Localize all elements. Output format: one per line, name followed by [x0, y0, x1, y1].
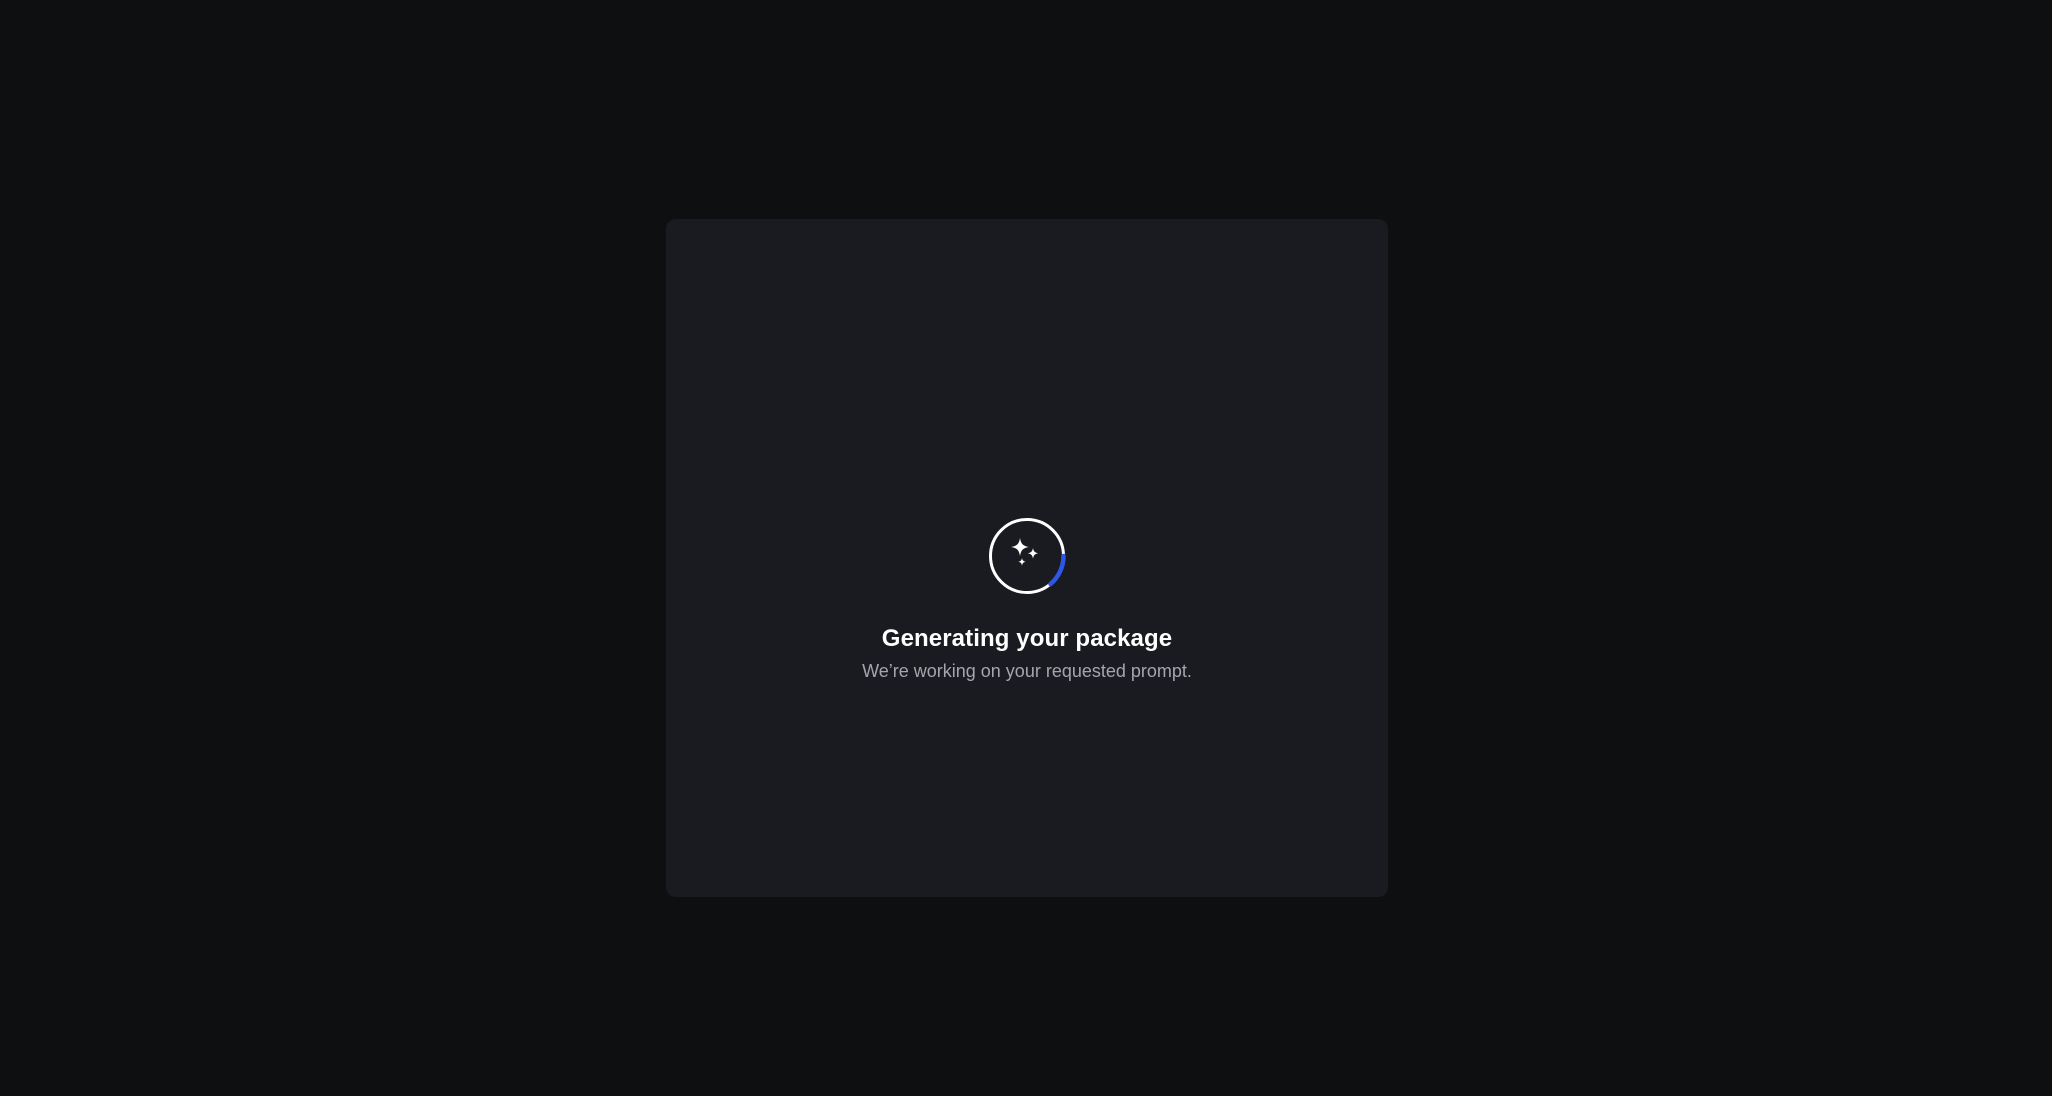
- loading-subtitle: We’re working on your requested prompt.: [862, 661, 1192, 681]
- loading-spinner: [987, 516, 1067, 596]
- loading-title: Generating your package: [881, 625, 1173, 652]
- loading-state: Generating your package We’re working on…: [747, 516, 1307, 683]
- sparkles-icon: [1011, 538, 1039, 566]
- loading-card: Generating your package We’re working on…: [666, 219, 1388, 897]
